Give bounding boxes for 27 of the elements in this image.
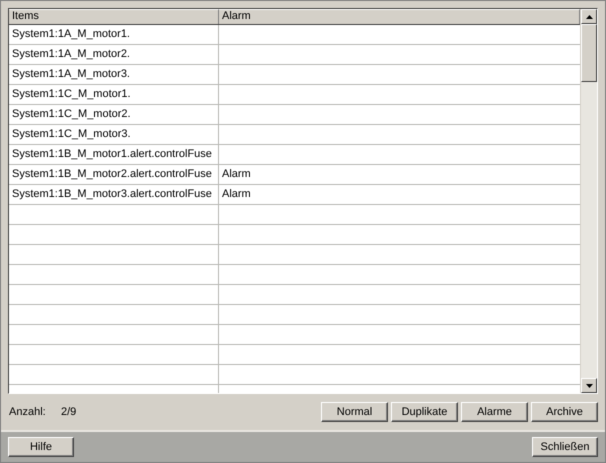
- table-cell: Alarm: [222, 188, 251, 200]
- table-cell: System1:1B_M_motor2.alert.controlFuse: [9, 165, 219, 184]
- column-header[interactable]: Items: [9, 9, 219, 24]
- scroll-thumb[interactable]: [581, 24, 597, 82]
- table-cell: System1:1A_M_motor2.: [9, 45, 219, 64]
- filter-button[interactable]: Duplikate: [391, 402, 458, 422]
- up-arrow-icon: [586, 14, 592, 18]
- table-cell: System1:1A_M_motor1.: [9, 25, 219, 44]
- table-cell: System1:1A_M_motor3.: [9, 65, 219, 84]
- count-label: Anzahl:: [9, 406, 47, 418]
- scrollbar[interactable]: [580, 9, 597, 393]
- filter-button[interactable]: Normal: [321, 402, 388, 422]
- scroll-up-button[interactable]: [581, 9, 597, 24]
- close-button[interactable]: Schließen: [532, 437, 598, 457]
- table-cell: System1:1C_M_motor2.: [9, 105, 219, 124]
- table-cell: System1:1C_M_motor3.: [9, 125, 219, 144]
- down-arrow-icon: [586, 384, 592, 388]
- table-cell: System1:1C_M_motor1.: [9, 85, 219, 104]
- table-cell: System1:1B_M_motor1.alert.controlFuse: [9, 145, 219, 164]
- filter-button[interactable]: Alarme: [461, 402, 528, 422]
- count-value: 2/9: [61, 406, 76, 418]
- column-header[interactable]: Alarm: [219, 9, 580, 24]
- filter-button[interactable]: Archive: [531, 402, 598, 422]
- table-cell: Alarm: [222, 168, 251, 180]
- scroll-down-button[interactable]: [581, 378, 597, 393]
- table-cell: System1:1B_M_motor3.alert.controlFuse: [9, 185, 219, 204]
- help-button[interactable]: Hilfe: [8, 437, 74, 457]
